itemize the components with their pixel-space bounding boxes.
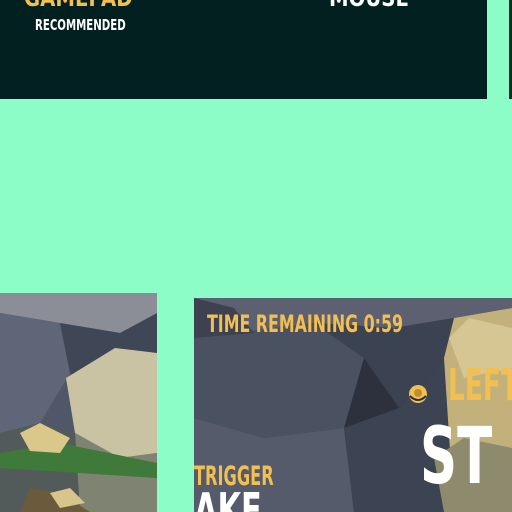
controller-select-screen: GAMEPAD RECOMMENDED MOUSE — [0, 0, 512, 512]
gamepad-option-title: GAMEPAD — [24, 0, 133, 10]
time-remaining-label: TIME REMAINING 0:59 — [207, 310, 404, 338]
stick-direction-label: LEFT — [448, 360, 512, 411]
action-label: AKE — [194, 483, 262, 512]
preview-card-left[interactable] — [0, 293, 157, 512]
controller-options-panel: GAMEPAD RECOMMENDED MOUSE — [0, 0, 487, 99]
rock-scene-image — [0, 293, 157, 512]
preview-card-right[interactable]: TIME REMAINING 0:59 LEFT ST TRIGGER AKE — [194, 298, 512, 512]
recommended-label: RECOMMENDED — [35, 16, 126, 34]
instruction-headline: ST — [420, 412, 493, 502]
thumbstick-icon — [406, 382, 430, 406]
mouse-option-title: MOUSE — [329, 0, 409, 10]
